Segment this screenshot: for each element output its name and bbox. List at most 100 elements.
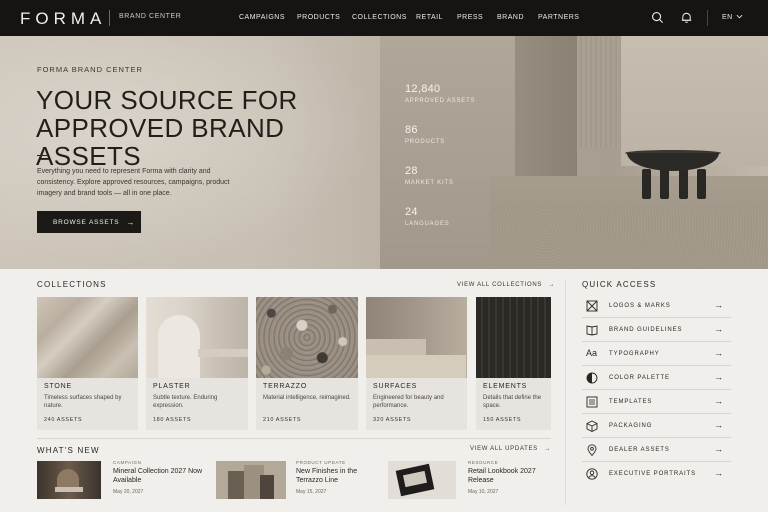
quick-access-label: LOGOS & MARKS: [609, 303, 671, 309]
nav-link-retail[interactable]: RETAIL: [416, 14, 443, 21]
card-count: 180 ASSETS: [153, 417, 192, 423]
stat-market-kits: 28 MARKET KITS: [405, 165, 454, 186]
template-icon: [586, 396, 598, 408]
news-date: May 15, 2027: [296, 489, 327, 495]
quick-access-color[interactable]: COLOR PALETTE →: [582, 367, 731, 390]
bell-icon[interactable]: [680, 11, 693, 24]
news-thumb-mineral[interactable]: [37, 461, 101, 499]
browse-assets-button[interactable]: BROWSE ASSETS →: [37, 211, 141, 233]
view-all-updates-link[interactable]: VIEW ALL UPDATES →: [470, 446, 551, 452]
news-thumb-terrazzo[interactable]: [216, 461, 286, 499]
quick-access-typography[interactable]: Aa TYPOGRAPHY →: [582, 343, 731, 366]
arrow-right-icon: →: [714, 420, 723, 430]
arrow-right-icon: →: [544, 446, 551, 452]
card-name: STONE: [44, 383, 72, 390]
news-tag: CAMPAIGN: [113, 460, 142, 465]
quick-access-label: COLOR PALETTE: [609, 375, 670, 381]
quick-access-packaging[interactable]: PACKAGING →: [582, 415, 731, 438]
stone-image: [37, 297, 138, 378]
quick-access-label: TEMPLATES: [609, 399, 653, 405]
card-count: 240 ASSETS: [44, 417, 83, 423]
quick-access-label: BRAND GUIDELINES: [609, 327, 683, 333]
hero-rule: [37, 155, 47, 156]
news-date: May 10, 2027: [468, 489, 499, 495]
nav-link-press[interactable]: PRESS: [457, 14, 483, 21]
news-thumb-lookbook[interactable]: [388, 461, 456, 499]
stat-approved-assets: 12,840 APPROVED ASSETS: [405, 83, 476, 104]
search-icon[interactable]: [651, 11, 664, 24]
half-circle-icon: [586, 372, 598, 384]
nav-link-products[interactable]: PRODUCTS: [297, 14, 340, 21]
language-selector[interactable]: EN: [722, 14, 733, 21]
quick-access-label: TYPOGRAPHY: [609, 351, 660, 357]
news-title[interactable]: New Finishes in the Terrazzo Line: [296, 467, 376, 485]
nav-link-campaigns[interactable]: CAMPAIGNS: [239, 14, 285, 21]
nav-separator: [707, 10, 708, 26]
card-count: 150 ASSETS: [483, 417, 522, 423]
arrow-right-icon: →: [548, 282, 556, 288]
section-divider: [37, 438, 551, 439]
top-nav: FORMA BRAND CENTER CAMPAIGNS PRODUCTS CO…: [0, 0, 768, 36]
hero-title-line-2: APPROVED BRAND ASSETS: [36, 113, 285, 171]
type-icon: Aa: [586, 348, 598, 358]
logo-mark-icon: [586, 300, 598, 312]
arrow-right-icon: →: [714, 444, 723, 454]
book-icon: [586, 325, 598, 336]
quick-access-logos[interactable]: LOGOS & MARKS →: [582, 295, 731, 318]
card-description: Details that define the space.: [483, 395, 542, 409]
quick-access-dealer[interactable]: DEALER ASSETS →: [582, 439, 731, 462]
map-pin-icon: [587, 444, 597, 456]
arrow-right-icon: →: [714, 300, 723, 310]
news-tag: PRODUCT UPDATE: [296, 460, 346, 465]
card-count: 320 ASSETS: [373, 417, 412, 423]
collections-title: COLLECTIONS: [37, 280, 107, 289]
hero-description: Everything you need to represent Forma w…: [37, 168, 230, 197]
plaster-image: [146, 297, 248, 378]
brand-logo[interactable]: FORMA: [20, 9, 106, 29]
collection-card-stone[interactable]: STONE Timeless surfaces shaped by nature…: [37, 297, 138, 430]
quick-access-portraits[interactable]: EXECUTIVE PORTRAITS →: [582, 463, 731, 486]
arrow-right-icon: →: [714, 372, 723, 382]
view-all-collections-label: VIEW ALL COLLECTIONS: [457, 282, 543, 288]
quick-access-guidelines[interactable]: BRAND GUIDELINES →: [582, 319, 731, 342]
hero-section: FORMA BRAND CENTER YOUR SOURCE FOR APPRO…: [0, 36, 768, 269]
quick-access-label: PACKAGING: [609, 423, 653, 429]
card-name: SURFACES: [373, 383, 418, 390]
arrow-right-icon: →: [714, 324, 723, 334]
news-date: May 20, 2027: [113, 489, 144, 495]
quick-access-templates[interactable]: TEMPLATES →: [582, 391, 731, 414]
nav-link-partners[interactable]: PARTNERS: [538, 14, 579, 21]
person-icon: [586, 468, 598, 480]
hero-title-line-1: YOUR SOURCE FOR: [36, 85, 298, 115]
card-count: 210 ASSETS: [263, 417, 302, 423]
quick-access-label: EXECUTIVE PORTRAITS: [609, 471, 697, 477]
arrow-right-icon: →: [714, 468, 723, 478]
collection-card-plaster[interactable]: PLASTER Subtle texture. Enduring express…: [146, 297, 248, 430]
surfaces-image: [366, 297, 467, 378]
stat-products: 86 PRODUCTS: [405, 124, 446, 145]
arrow-right-icon: →: [714, 348, 723, 358]
news-title[interactable]: Mineral Collection 2027 Now Available: [113, 467, 205, 485]
brand-center-label: BRAND CENTER: [119, 13, 182, 20]
collection-card-terrazzo[interactable]: TERRAZZO Material intelligence, reimagin…: [256, 297, 358, 430]
news-tag: RESOURCE: [468, 460, 499, 465]
quick-access-title: QUICK ACCESS: [582, 280, 657, 289]
quick-access-label: DEALER ASSETS: [609, 447, 670, 453]
card-name: TERRAZZO: [263, 383, 308, 390]
card-name: ELEMENTS: [483, 383, 528, 390]
view-all-collections-link[interactable]: VIEW ALL COLLECTIONS →: [457, 282, 555, 288]
card-description: Subtle texture. Enduring expression.: [153, 395, 218, 409]
chevron-down-icon[interactable]: [736, 13, 743, 20]
logo-divider: [109, 10, 110, 26]
browse-assets-label: BROWSE ASSETS: [53, 218, 120, 226]
hero-title: YOUR SOURCE FOR APPROVED BRAND ASSETS: [36, 86, 376, 170]
nav-link-collections[interactable]: COLLECTIONS: [352, 14, 407, 21]
arrow-right-icon: →: [714, 396, 723, 406]
box-icon: [586, 420, 598, 432]
arrow-right-icon: →: [126, 217, 136, 227]
nav-link-brand[interactable]: BRAND: [497, 14, 524, 21]
terrazzo-image: [256, 297, 358, 378]
news-title[interactable]: Retail Lookbook 2027 Release: [468, 467, 548, 485]
collection-card-elements[interactable]: ELEMENTS Details that define the space. …: [476, 297, 551, 430]
collection-card-surfaces[interactable]: SURFACES Engineered for beauty and perfo…: [366, 297, 467, 430]
